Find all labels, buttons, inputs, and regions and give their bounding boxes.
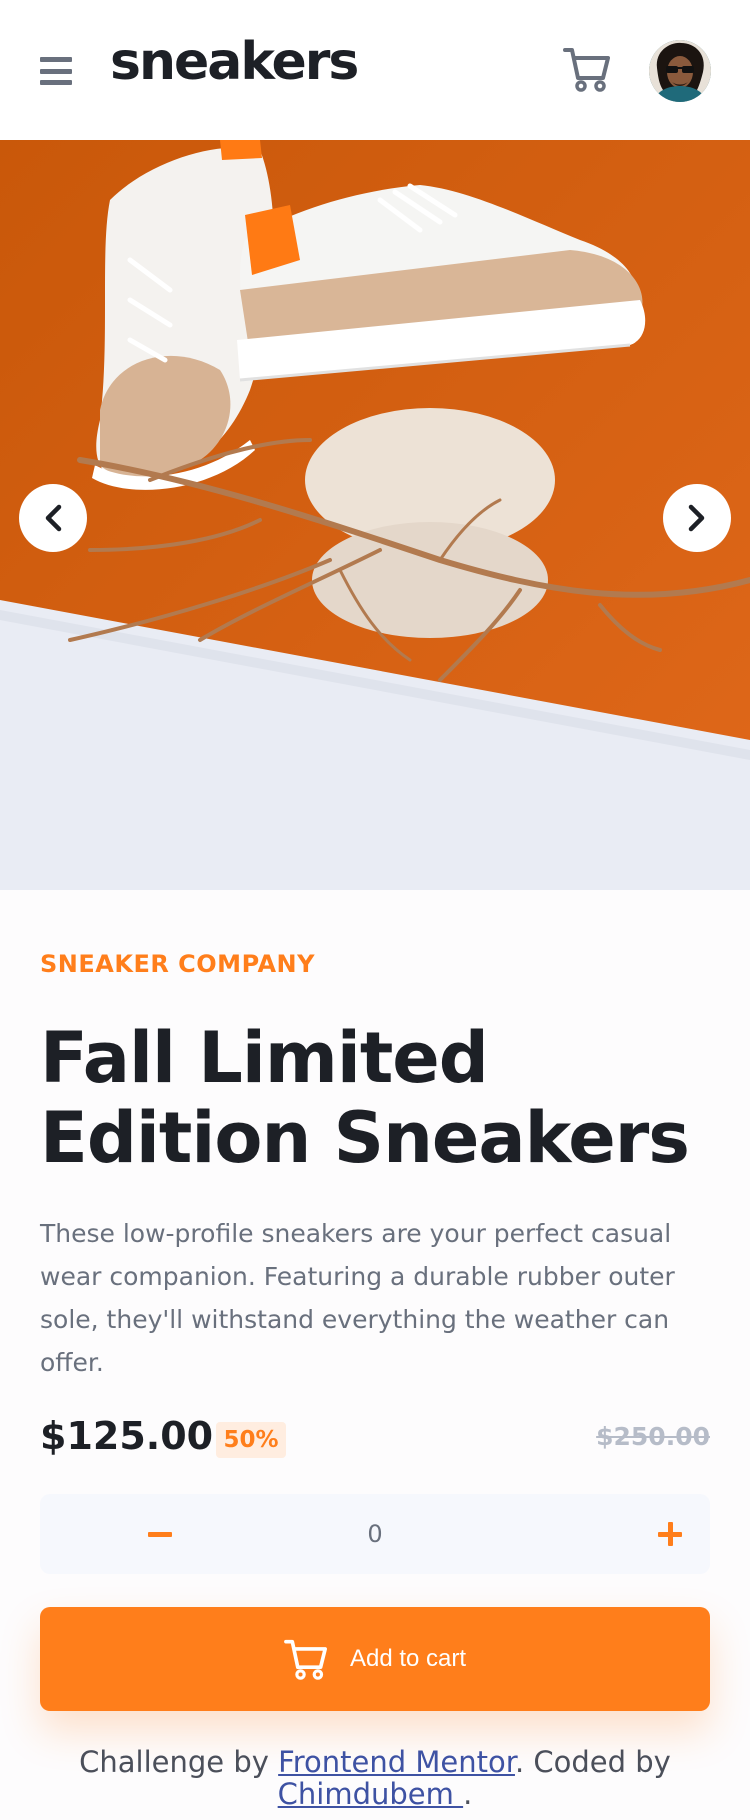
quantity-value: 0 xyxy=(367,1520,383,1548)
cart-icon[interactable] xyxy=(563,46,611,92)
plus-icon xyxy=(658,1522,682,1546)
product-description: These low-profile sneakers are your perf… xyxy=(40,1219,675,1377)
product-title: Fall Limited Edition Sneakers xyxy=(40,1017,690,1179)
quantity-stepper: 0 xyxy=(40,1494,710,1574)
chevron-right-icon xyxy=(688,504,705,532)
company-name: SNEAKER COMPANY xyxy=(40,950,315,978)
gallery-next-button[interactable] xyxy=(663,484,731,552)
cart-icon xyxy=(284,1639,327,1680)
quantity-decrease-button[interactable] xyxy=(120,1494,200,1574)
user-avatar[interactable] xyxy=(649,40,711,102)
original-price: $250.00 xyxy=(596,1422,710,1451)
attribution-suffix: . xyxy=(463,1777,473,1811)
author-link[interactable]: Chimdubem xyxy=(278,1777,463,1811)
discount-badge: 50% xyxy=(216,1422,286,1458)
add-to-cart-button[interactable]: Add to cart xyxy=(40,1607,710,1711)
attribution-prefix: Challenge by xyxy=(79,1745,279,1779)
chevron-left-icon xyxy=(45,504,62,532)
hamburger-icon[interactable] xyxy=(40,57,72,85)
minus-icon xyxy=(148,1531,172,1537)
gallery-prev-button[interactable] xyxy=(19,484,87,552)
quantity-increase-button[interactable] xyxy=(630,1494,710,1574)
site-header: sneakers xyxy=(0,0,750,140)
attribution: Challenge by Frontend Mentor. Coded by C… xyxy=(0,1746,750,1810)
logo[interactable]: sneakers xyxy=(110,36,359,88)
product-image xyxy=(0,140,750,890)
attribution-middle: . Coded by xyxy=(514,1745,671,1779)
current-price: $125.00 xyxy=(40,1414,214,1458)
frontend-mentor-link[interactable]: Frontend Mentor xyxy=(278,1745,515,1779)
add-to-cart-label: Add to cart xyxy=(349,1645,467,1672)
